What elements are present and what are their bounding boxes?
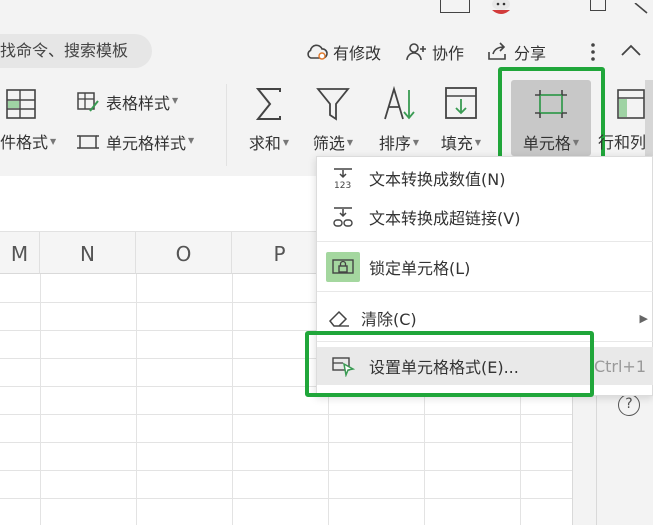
share-label: 分享 [514, 44, 547, 63]
sort-button[interactable]: 排序 ▼ [374, 84, 424, 154]
column-header-m[interactable]: M [0, 232, 40, 274]
menu-item-label: 文本转换成超链接(V) [369, 209, 521, 228]
collapse-ribbon-icon[interactable] [620, 42, 642, 58]
conditional-format-label: 件格式 [0, 133, 49, 152]
grid-line [136, 274, 137, 525]
menu-item-label: 清除(C) [361, 310, 417, 329]
grid-line [0, 442, 572, 443]
share-button[interactable]: 分享 [486, 40, 546, 64]
ribbon-divider [226, 84, 227, 166]
dropdown-caret-icon: ▼ [346, 138, 354, 147]
cell-style-icon [77, 135, 99, 149]
sigma-icon [254, 84, 284, 124]
help-icon[interactable]: ? [618, 394, 640, 416]
rows-columns-icon[interactable] [616, 88, 646, 120]
column-letter: N [80, 242, 95, 266]
cell-style-label: 单元格样式 [106, 134, 187, 153]
menu-item-label: 锁定单元格(L) [369, 259, 471, 278]
sum-label: 求和 [248, 134, 281, 153]
add-user-icon [406, 43, 426, 61]
more-options-icon[interactable] [591, 42, 595, 62]
sum-button[interactable]: 求和 ▼ [244, 84, 294, 154]
shortcut-label: Ctrl+1 [593, 356, 646, 376]
dropdown-caret-icon: ▼ [412, 138, 420, 147]
grid-line [0, 414, 572, 415]
fill-button[interactable]: 填充 ▼ [436, 84, 486, 154]
fill-label: 填充 [440, 134, 473, 153]
dropdown-caret-icon: ▼ [188, 135, 195, 145]
fill-down-icon [444, 84, 478, 124]
filter-label: 筛选 [312, 134, 345, 153]
cell-button-green-outline [498, 67, 605, 166]
menu-item-label: 文本转换成数值(N) [369, 170, 506, 189]
cloud-sync-icon [307, 44, 328, 60]
rows-columns-label: 行和列 [598, 133, 647, 152]
table-style-label: 表格样式 [106, 94, 171, 113]
eraser-icon [327, 306, 351, 330]
sort-label: 排序 [378, 134, 411, 153]
filter-icon [316, 84, 350, 124]
modified-label: 有修改 [333, 44, 382, 63]
lock-cell-icon [326, 252, 360, 282]
close-icon[interactable] [633, 0, 651, 14]
menu-item-text-to-number[interactable]: 123 文本转换成数值(N) [317, 159, 653, 197]
table-style-button[interactable]: 表格样式 ▼ [76, 90, 178, 114]
cell-style-button[interactable]: 单元格样式 ▼ [76, 130, 194, 154]
dropdown-caret-icon: ▼ [50, 137, 57, 146]
collaborate-button[interactable]: 协作 [406, 40, 464, 64]
conditional-format-button[interactable]: 件格式 ▼ [0, 129, 56, 153]
column-letter: M [10, 242, 29, 266]
dropdown-caret-icon: ▼ [282, 138, 290, 147]
column-header-o[interactable]: O [136, 232, 232, 274]
search-input[interactable]: 找命令、搜索模板 [0, 34, 152, 68]
grid-line [40, 274, 41, 525]
dropdown-caret-icon: ▼ [474, 138, 482, 147]
column-header-p[interactable]: P [232, 232, 328, 274]
sort-icon [381, 84, 417, 124]
svg-text:123: 123 [334, 181, 351, 190]
submenu-arrow-icon: ▶ [639, 311, 648, 325]
grid-line [0, 498, 572, 499]
menu-divider [317, 291, 653, 292]
filter-button[interactable]: 筛选 ▼ [308, 84, 358, 154]
text-to-number-icon: 123 [331, 166, 355, 190]
collaborate-label: 协作 [432, 44, 465, 63]
grid-line [232, 274, 233, 525]
menu-item-lock-cell[interactable]: 锁定单元格(L) [317, 248, 653, 286]
share-icon [488, 42, 506, 60]
column-letter: P [273, 242, 286, 266]
menu-divider [317, 241, 653, 242]
table-style-icon [77, 92, 99, 112]
dropdown-caret-icon: ▼ [172, 95, 179, 105]
title-bar [0, 0, 653, 22]
menu-item-text-to-hyperlink[interactable]: 文本转换成超链接(V) [317, 198, 653, 236]
column-letter: O [175, 242, 192, 266]
text-to-hyperlink-icon [331, 205, 355, 229]
modified-button[interactable]: 有修改 [305, 40, 381, 64]
restore-window-icon[interactable] [590, 0, 606, 11]
avatar[interactable] [486, 0, 516, 16]
conditional-format-icon[interactable] [5, 88, 37, 120]
column-header-n[interactable]: N [40, 232, 136, 274]
grid-line [0, 470, 572, 471]
format-cells-green-outline [305, 331, 594, 397]
window-layout-icon[interactable] [440, 0, 470, 13]
